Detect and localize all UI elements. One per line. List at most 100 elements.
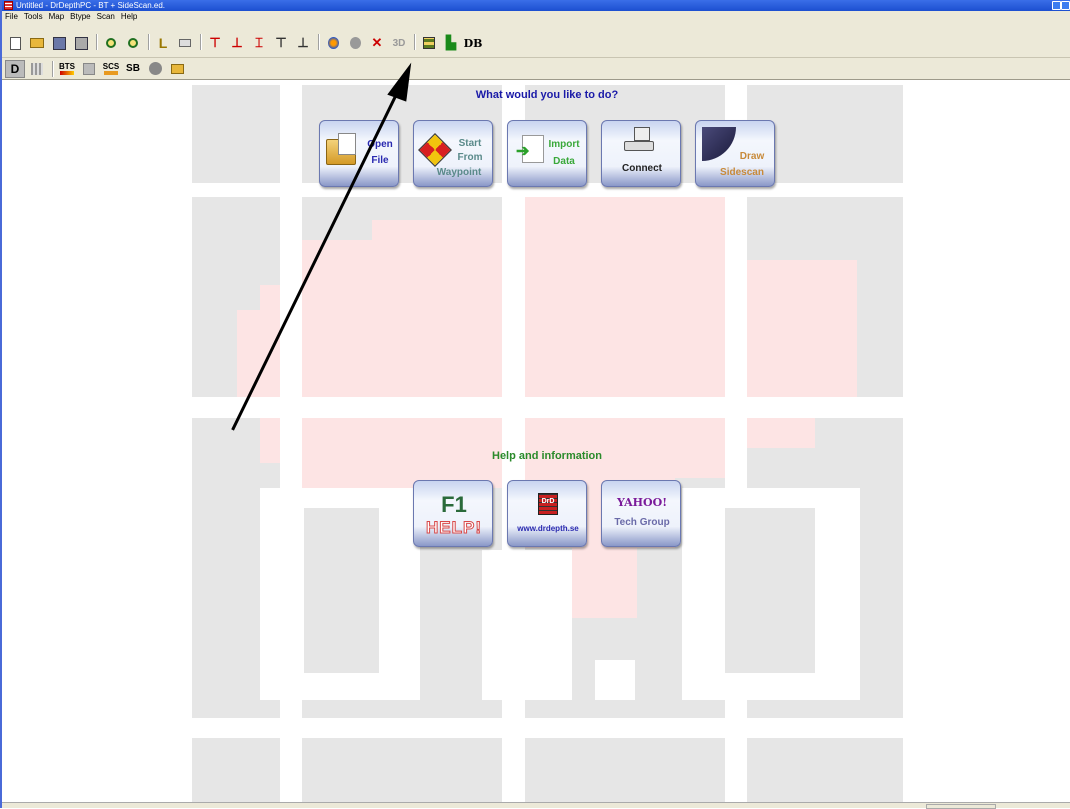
L-tool-icon: L (158, 35, 168, 51)
status-bar (2, 802, 1070, 809)
window-title: Untitled - DrDepthPC - BT + SideScan.ed. (16, 1, 166, 10)
grid2-button[interactable] (79, 60, 99, 78)
tech-group-label: Tech Group (614, 517, 670, 528)
connect-label: Connect (622, 163, 662, 174)
import-arrow-icon: ➔ (516, 143, 530, 160)
sidescan-label-2: Sidescan (720, 167, 764, 178)
L-tool-button[interactable]: L (153, 34, 173, 52)
bts-button[interactable]: BTS (57, 60, 77, 78)
scs-bar (104, 70, 118, 75)
chart-button[interactable]: ▙ (441, 34, 461, 52)
grid-mode-button[interactable] (27, 60, 47, 78)
menu-bar: File Tools Map Btype Scan Help (2, 11, 1070, 22)
layers-button[interactable] (419, 34, 439, 52)
print-button[interactable] (71, 34, 91, 52)
app-icon (4, 1, 13, 10)
sb-button[interactable]: SB (123, 60, 143, 78)
import-label-1: Import (548, 139, 580, 150)
document-icon (338, 133, 356, 155)
main-toolbar: L ⊤ ⊥ ⌶ ⊤ ⊥ ✕ 3D ▙ DB (2, 22, 1070, 58)
depth-marker-5-button[interactable]: ⊥ (293, 34, 313, 52)
map-canvas[interactable]: What would you like to do? Open File Sta… (2, 80, 1070, 802)
3d-button[interactable]: 3D (389, 34, 409, 52)
device-icon (634, 127, 650, 141)
yahoo-tech-group-button[interactable]: YAHOO! Tech Group (601, 480, 681, 547)
play-button[interactable] (145, 60, 165, 78)
title-bar: Untitled - DrDepthPC - BT + SideScan.ed. (2, 0, 1070, 11)
mode-toolbar: D BTS SCS SB (2, 58, 1070, 80)
toolbar-separator (52, 60, 54, 77)
drdepth-url: www.drdepth.se (517, 524, 579, 533)
print-icon (74, 36, 88, 50)
yahoo-logo: YAHOO! (616, 496, 668, 509)
toolbar-separator (318, 34, 320, 50)
help-heading: Help and information (492, 450, 602, 462)
import-data-button[interactable]: ➔ Import Data (507, 120, 587, 187)
depth-marker-4-icon: ⊤ (275, 35, 287, 50)
3d-icon: 3D (392, 37, 406, 49)
export-icon (170, 63, 184, 74)
actions-heading: What would you like to do? (475, 89, 619, 101)
minimize-icon[interactable] (1052, 1, 1061, 10)
depth-marker-1-button[interactable]: ⊤ (205, 34, 225, 52)
depth-marker-2-button[interactable]: ⊥ (227, 34, 247, 52)
play-icon (148, 62, 162, 75)
toolbar-separator (414, 34, 416, 50)
chart-icon: ▙ (446, 35, 456, 50)
depth-marker-2-icon: ⊥ (231, 35, 243, 50)
menu-map[interactable]: Map (49, 11, 65, 22)
connector-icon (624, 141, 654, 151)
menu-file[interactable]: File (5, 11, 18, 22)
application-window: Untitled - DrDepthPC - BT + SideScan.ed.… (0, 0, 1070, 809)
D-mode-button[interactable]: D (5, 59, 25, 78)
scs-icon: SCS (102, 61, 120, 71)
scs-button[interactable]: SCS (101, 60, 121, 78)
open-file-action-button[interactable]: Open File (319, 120, 399, 187)
connect-button[interactable]: Connect (601, 120, 681, 187)
waypoint-label-3: Waypoint (436, 167, 482, 178)
depth-marker-5-icon: ⊥ (297, 35, 309, 50)
grey-drop-button[interactable] (345, 34, 365, 52)
ruler-button[interactable] (175, 34, 195, 52)
menu-btype[interactable]: Btype (70, 11, 90, 22)
toolbar-separator (148, 34, 150, 50)
toolbar-separator (200, 34, 202, 50)
bts-icon: BTS (59, 61, 75, 71)
draw-sidescan-button[interactable]: Draw Sidescan (695, 120, 775, 187)
toolbar-separator (96, 34, 98, 50)
new-file-button[interactable] (5, 34, 25, 52)
export-button[interactable] (167, 60, 187, 78)
grey-drop-icon (349, 37, 361, 49)
open-file-label-2: File (371, 155, 389, 166)
zoom-in-button[interactable] (101, 34, 121, 52)
menu-scan[interactable]: Scan (97, 11, 115, 22)
maximize-icon[interactable] (1061, 1, 1070, 10)
save-disk-icon (52, 36, 66, 50)
color-drop-icon (327, 37, 339, 49)
menu-help[interactable]: Help (121, 11, 137, 22)
start-from-waypoint-button[interactable]: Start From Waypoint (413, 120, 493, 187)
drdepth-logo-text: DrD (541, 498, 555, 505)
cross-icon: ✕ (371, 35, 383, 50)
zoom-out-button[interactable] (123, 34, 143, 52)
new-file-icon (9, 36, 21, 50)
grid-mode-icon (31, 62, 43, 75)
color-drop-button[interactable] (323, 34, 343, 52)
depth-marker-3-icon: ⌶ (255, 35, 263, 50)
database-button[interactable]: DB (463, 34, 483, 52)
f1-text: F1 (441, 492, 467, 517)
open-file-button[interactable] (27, 34, 47, 52)
drdepth-website-button[interactable]: DrD www.drdepth.se (507, 480, 587, 547)
import-label-2: Data (553, 156, 575, 167)
depth-marker-3-button[interactable]: ⌶ (249, 34, 269, 52)
cross-button[interactable]: ✕ (367, 34, 387, 52)
ruler-icon (179, 39, 191, 47)
menu-tools[interactable]: Tools (24, 11, 43, 22)
f1-help-button[interactable]: F1 HELP! (413, 480, 493, 547)
open-file-label-1: Open (367, 139, 393, 150)
sidescan-label-1: Draw (739, 151, 765, 162)
save-button[interactable] (49, 34, 69, 52)
database-icon: DB (463, 36, 483, 50)
depth-marker-4-button[interactable]: ⊤ (271, 34, 291, 52)
grid2-icon (83, 62, 95, 75)
